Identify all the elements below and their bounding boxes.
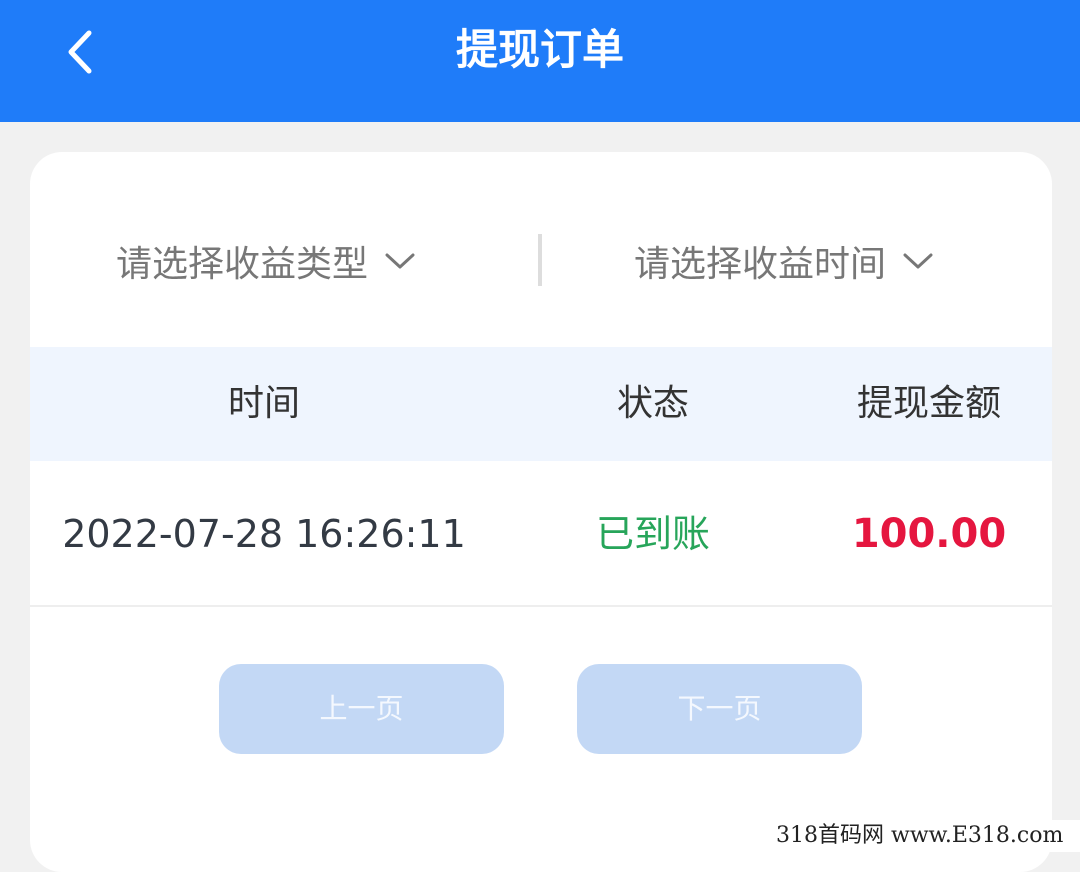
order-card: 请选择收益类型 请选择收益时间 时间 状态 提现金额 2022-07-28 16…	[30, 152, 1052, 872]
table-row: 2022-07-28 16:26:11 已到账 100.00	[30, 461, 1052, 607]
income-time-dropdown[interactable]: 请选择收益时间	[634, 236, 934, 286]
income-type-label: 请选择收益类型	[116, 244, 369, 285]
column-header-amount: 提现金额	[856, 383, 1001, 424]
filter-bar: 请选择收益类型 请选择收益时间	[30, 152, 1052, 347]
top-nav-bar: 提现订单	[0, 0, 1080, 122]
income-type-dropdown[interactable]: 请选择收益类型	[116, 236, 416, 286]
row-amount: 100.00	[851, 511, 1007, 557]
filter-divider	[538, 234, 542, 286]
column-header-status: 状态	[616, 383, 689, 424]
prev-page-button[interactable]: 上一页	[219, 664, 504, 754]
column-header-time: 时间	[227, 383, 300, 424]
row-status: 已到账	[595, 512, 710, 556]
site-watermark: 318首码网 www.E318.com	[760, 820, 1080, 852]
income-time-label: 请选择收益时间	[634, 244, 887, 285]
row-time: 2022-07-28 16:26:11	[62, 512, 466, 556]
table-header: 时间 状态 提现金额	[30, 347, 1052, 461]
chevron-down-icon	[384, 251, 416, 271]
chevron-down-icon	[902, 251, 934, 271]
page-title: 提现订单	[455, 25, 624, 74]
next-page-button[interactable]: 下一页	[577, 664, 862, 754]
